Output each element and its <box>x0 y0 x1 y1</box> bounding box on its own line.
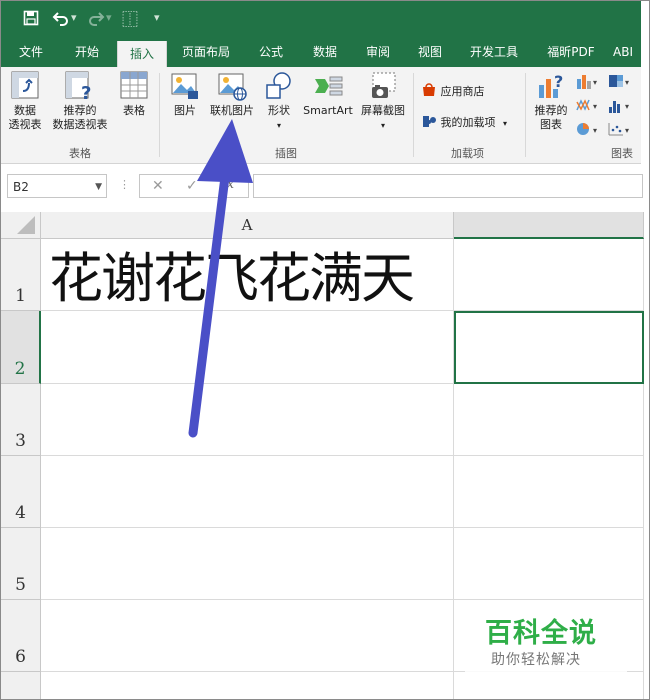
watermark-title: 百科全说 <box>485 618 597 649</box>
excel-window: ▾ ▾ ⿰ ▾ 文件 开始 插入 页面布局 公式 数据 审阅 视图 开发工具 福… <box>0 0 650 700</box>
watermark: 百科全说 助你轻松解决 <box>465 601 627 673</box>
watermark-subtitle: 助你轻松解决 <box>491 652 581 668</box>
annotation-arrow <box>188 119 253 438</box>
